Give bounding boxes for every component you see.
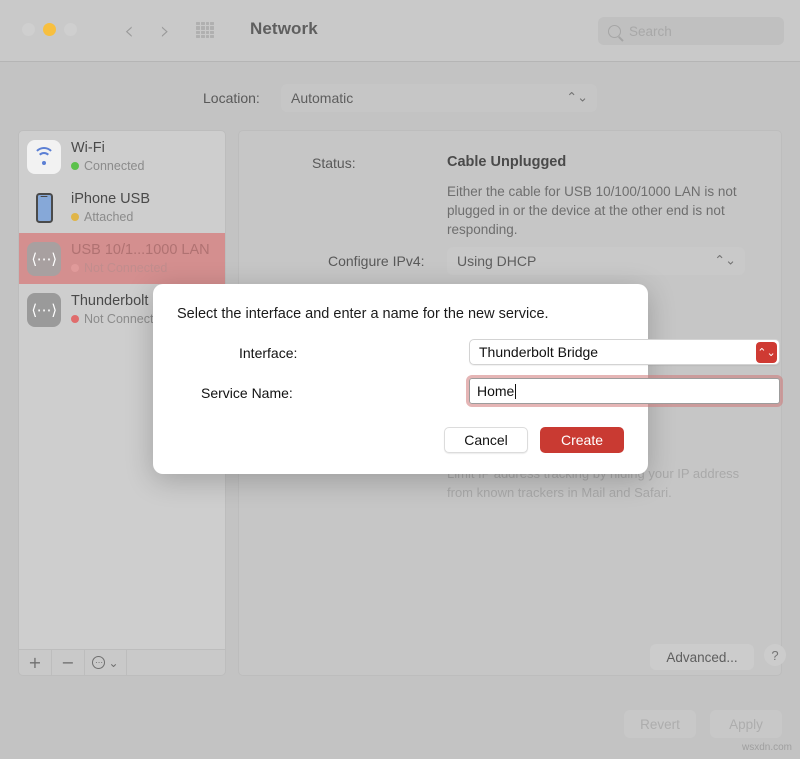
back-button[interactable]: ‹	[116, 16, 142, 46]
status-dot	[71, 162, 79, 170]
service-name: Wi-Fi	[71, 140, 144, 157]
revert-button[interactable]: Revert	[624, 710, 696, 738]
chevron-updown-icon[interactable]: ⌃⌄	[756, 342, 777, 363]
minimize-button[interactable]	[43, 23, 56, 36]
cancel-button[interactable]: Cancel	[444, 427, 528, 453]
service-status-label: Not Connected	[84, 260, 167, 276]
close-button[interactable]	[22, 23, 35, 36]
network-preferences-window: ‹ › Network Search Location: Automatic ⌃…	[0, 0, 800, 759]
gear-icon: ⋯	[92, 656, 105, 669]
help-button[interactable]: ?	[764, 644, 786, 666]
interface-select[interactable]: Thunderbolt Bridge ⌃⌄	[469, 339, 780, 365]
search-placeholder: Search	[629, 24, 672, 39]
sidebar-item-wifi[interactable]: Wi-Fi Connected	[19, 131, 225, 182]
ethernet-icon: ⟨⋯⟩	[27, 293, 61, 327]
service-list-toolbar: + − ⋯ ⌄	[18, 650, 226, 676]
location-value: Automatic	[291, 90, 353, 106]
sidebar-item-usb-lan[interactable]: ⟨⋯⟩ USB 10/1...1000 LAN Not Connected	[19, 233, 225, 284]
service-name: USB 10/1...1000 LAN	[71, 242, 210, 259]
interface-value: Thunderbolt Bridge	[479, 344, 598, 360]
add-service-button[interactable]: +	[19, 650, 52, 675]
status-label: Status:	[312, 155, 356, 171]
create-button[interactable]: Create	[540, 427, 624, 453]
service-status-label: Attached	[84, 209, 133, 225]
service-status-label: Connected	[84, 158, 144, 174]
title-bar: ‹ › Network Search	[0, 0, 800, 62]
apply-button[interactable]: Apply	[710, 710, 782, 738]
toolbar-spacer	[127, 650, 225, 675]
service-status: Not Connected	[71, 260, 210, 276]
service-name-value: Home	[477, 383, 514, 399]
forward-button[interactable]: ›	[152, 16, 178, 46]
text-caret	[515, 384, 516, 399]
search-input[interactable]: Search	[598, 17, 784, 45]
sidebar-item-iphone-usb[interactable]: iPhone USB Attached	[19, 182, 225, 233]
page-title: Network	[250, 19, 318, 39]
configure-ipv4-label: Configure IPv4:	[328, 253, 425, 269]
remove-service-button[interactable]: −	[52, 650, 85, 675]
advanced-button[interactable]: Advanced...	[650, 644, 754, 670]
dialog-headline: Select the interface and enter a name fo…	[177, 306, 549, 322]
service-name: iPhone USB	[71, 191, 150, 208]
action-menu-button[interactable]: ⋯ ⌄	[85, 650, 127, 675]
status-dot	[71, 213, 79, 221]
chevron-updown-icon: ⌃⌄	[566, 92, 588, 105]
iphone-icon	[27, 191, 61, 225]
new-service-dialog: Select the interface and enter a name fo…	[153, 284, 648, 474]
location-label: Location:	[203, 90, 260, 106]
service-name-input[interactable]: Home	[469, 378, 780, 404]
service-status: Connected	[71, 158, 144, 174]
configure-ipv4-select[interactable]: Using DHCP ⌃⌄	[447, 247, 745, 275]
status-dot	[71, 264, 79, 272]
status-dot	[71, 315, 79, 323]
location-select[interactable]: Automatic ⌃⌄	[281, 84, 597, 112]
location-row: Location: Automatic ⌃⌄	[0, 84, 800, 116]
zoom-button[interactable]	[64, 23, 77, 36]
chevron-updown-icon: ⌃⌄	[714, 255, 736, 268]
wifi-icon	[27, 140, 61, 174]
service-name-label: Service Name:	[201, 385, 293, 401]
search-icon	[608, 25, 621, 38]
traffic-lights	[22, 23, 77, 36]
chevron-down-icon: ⌄	[108, 656, 118, 670]
interface-label: Interface:	[239, 345, 297, 361]
status-badge: Cable Unplugged	[447, 154, 566, 170]
watermark: wsxdn.com	[742, 742, 792, 753]
configure-ipv4-value: Using DHCP	[457, 253, 536, 269]
service-status: Attached	[71, 209, 150, 225]
ethernet-icon: ⟨⋯⟩	[27, 242, 61, 276]
status-description: Either the cable for USB 10/100/1000 LAN…	[447, 182, 757, 239]
show-all-grid-icon[interactable]	[196, 22, 214, 38]
